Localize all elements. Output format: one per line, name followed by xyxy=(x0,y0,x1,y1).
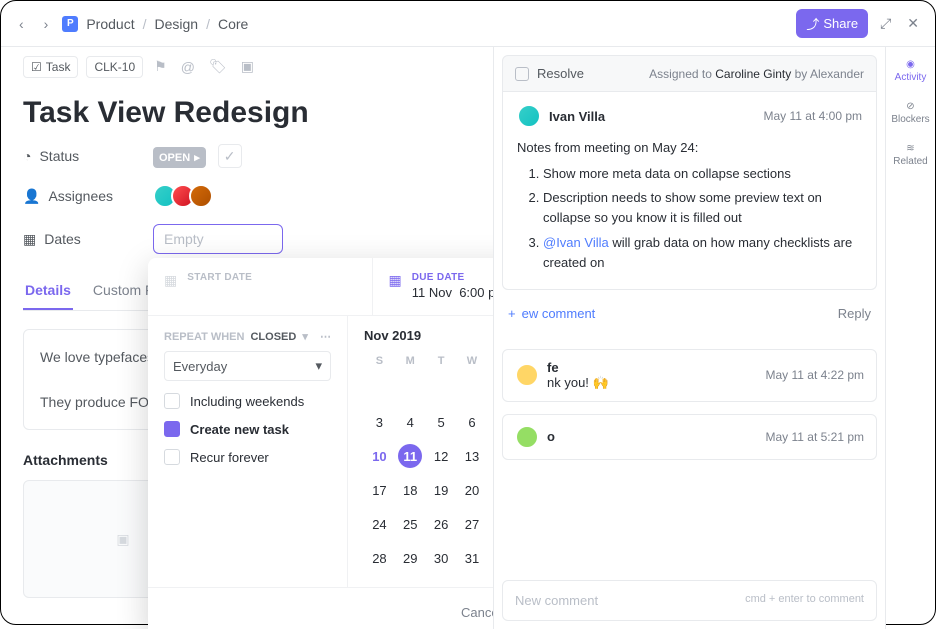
avatar[interactable] xyxy=(515,425,539,449)
status-label: ◔Status xyxy=(23,148,153,164)
option-create-task[interactable]: Create new task xyxy=(164,421,331,437)
resolve-bar: Resolve Assigned to Caroline Ginty by Al… xyxy=(502,55,877,92)
dates-label: ▦Dates xyxy=(23,231,153,248)
tab-details[interactable]: Details xyxy=(23,272,73,310)
sidebar-blockers[interactable]: ⊘Blockers xyxy=(891,101,929,125)
sidebar-related[interactable]: ≋Related xyxy=(893,143,927,167)
calendar-day[interactable]: 7 xyxy=(491,410,493,434)
new-comment-link[interactable]: + ew comment xyxy=(508,306,595,321)
assignees-label: 👤Assignees xyxy=(23,188,153,205)
calendar-day[interactable]: 6 xyxy=(460,410,484,434)
image-icon[interactable]: ▣ xyxy=(238,55,257,78)
resolve-checkbox[interactable] xyxy=(515,67,529,81)
option-recur-forever[interactable]: Recur forever xyxy=(164,449,331,465)
share-button[interactable]: ⤴Share xyxy=(796,9,868,38)
sidebar-activity[interactable]: ◉Activity xyxy=(895,59,927,83)
comment-input[interactable]: New comment cmd + enter to comment xyxy=(502,580,877,621)
breadcrumb-space[interactable]: Design xyxy=(154,16,198,32)
user-mention[interactable]: @Ivan Villa xyxy=(543,235,609,250)
workspace-icon[interactable]: P xyxy=(62,16,78,32)
comments-panel: Resolve Assigned to Caroline Ginty by Al… xyxy=(493,47,885,629)
task-type-chip[interactable]: ☑ Task xyxy=(23,56,78,78)
dates-input[interactable]: Empty xyxy=(153,224,283,254)
calendar-day[interactable]: 19 xyxy=(429,478,453,502)
task-title[interactable]: Task View Redesign xyxy=(23,96,471,130)
calendar-month: Nov 2019 xyxy=(364,328,421,343)
breadcrumb-list[interactable]: Core xyxy=(218,16,248,32)
calendar-day[interactable]: 18 xyxy=(398,478,422,502)
comment-thread: Ivan Villa May 11 at 4:00 pm Notes from … xyxy=(502,92,877,290)
tag-icon[interactable]: 🏷 xyxy=(206,55,230,78)
calendar-day[interactable]: 31 xyxy=(460,546,484,570)
mention-icon[interactable]: @ xyxy=(178,56,198,78)
comment-card: fenk you! 🙌 May 11 at 4:22 pm xyxy=(502,349,877,402)
status-icon: ◔ xyxy=(23,148,31,164)
task-panel: ☑ Task CLK-10 ⚑ @ 🏷 ▣ Task View Redesign… xyxy=(1,47,493,629)
calendar-day[interactable]: 28 xyxy=(491,512,493,536)
frequency-select[interactable]: Everyday▾ xyxy=(164,351,331,381)
flag-icon[interactable]: ⚑ xyxy=(151,55,170,78)
calendar-day[interactable]: 21 xyxy=(491,478,493,502)
calendar-day[interactable]: 3 xyxy=(367,410,391,434)
reply-link[interactable]: Reply xyxy=(838,306,871,321)
calendar-day[interactable]: 27 xyxy=(460,512,484,536)
comment-time: May 11 at 4:00 pm xyxy=(764,109,863,123)
calendar-icon: ▦ xyxy=(389,272,402,289)
calendar-day[interactable]: 4 xyxy=(398,410,422,434)
calendar-day[interactable]: 17 xyxy=(367,478,391,502)
chevron-down-icon: ▾ xyxy=(315,358,322,374)
nav-forward-icon[interactable]: › xyxy=(38,14,55,34)
minimize-icon[interactable]: ⤢ xyxy=(876,11,895,36)
due-date-section[interactable]: ▦ DUE DATE 11 Nov 6:00 pm ✕ xyxy=(372,258,494,315)
calendar-grid: SMTWTFS123456789101112131415161718192021… xyxy=(364,351,493,575)
calendar-day[interactable]: 20 xyxy=(460,478,484,502)
calendar-icon: ▦ xyxy=(164,272,177,289)
nav-back-icon[interactable]: ‹ xyxy=(13,14,30,34)
avatar[interactable] xyxy=(517,104,541,128)
more-icon[interactable]: ⋯ xyxy=(320,330,331,343)
breadcrumb-workspace[interactable]: Product xyxy=(86,16,134,32)
blockers-icon: ⊘ xyxy=(906,101,914,112)
related-icon: ≋ xyxy=(906,143,914,154)
comment-author: Ivan Villa xyxy=(549,109,605,124)
calendar-day[interactable]: 14 xyxy=(491,444,493,468)
calendar-day[interactable]: 30 xyxy=(429,546,453,570)
comment-card: o May 11 at 5:21 pm xyxy=(502,414,877,460)
calendar-day[interactable]: 5 xyxy=(429,410,453,434)
calendar-day[interactable]: 28 xyxy=(367,546,391,570)
calendar-day[interactable]: 12 xyxy=(429,444,453,468)
share-icon: ⤴ xyxy=(806,14,819,33)
assignees-avatars[interactable] xyxy=(153,184,471,208)
right-sidebar: ◉Activity ⊘Blockers ≋Related xyxy=(885,47,935,629)
calendar-icon: ▦ xyxy=(23,231,36,248)
status-badge[interactable]: OPEN▸ xyxy=(153,147,206,168)
calendar-day[interactable]: 10 xyxy=(367,444,391,468)
option-weekends[interactable]: Including weekends xyxy=(164,393,331,409)
date-popover: ▦ START DATE ▦ DUE DATE 11 Nov 6:00 pm ✕… xyxy=(148,258,493,629)
close-icon[interactable]: ✕ xyxy=(903,11,923,36)
image-icon: ▣ xyxy=(116,531,129,548)
calendar-day[interactable]: 29 xyxy=(398,546,422,570)
activity-icon: ◉ xyxy=(906,59,915,70)
calendar-day[interactable]: 25 xyxy=(398,512,422,536)
calendar-day[interactable]: 24 xyxy=(367,512,391,536)
calendar-day[interactable]: 26 xyxy=(429,512,453,536)
start-date-section[interactable]: ▦ START DATE xyxy=(148,258,372,315)
complete-checkbox[interactable]: ✓ xyxy=(218,144,242,168)
calendar-day[interactable]: 13 xyxy=(460,444,484,468)
avatar[interactable] xyxy=(189,184,213,208)
avatar[interactable] xyxy=(515,363,539,387)
person-icon: 👤 xyxy=(23,188,40,205)
topbar: ‹ › P Product / Design / Core ⤴Share ⤢ ✕ xyxy=(1,1,935,47)
task-id-chip[interactable]: CLK-10 xyxy=(86,56,143,78)
calendar-day[interactable]: 11 xyxy=(398,444,422,468)
chevron-down-icon[interactable]: ▾ xyxy=(302,330,308,343)
cancel-button[interactable]: Cancel xyxy=(447,598,493,627)
